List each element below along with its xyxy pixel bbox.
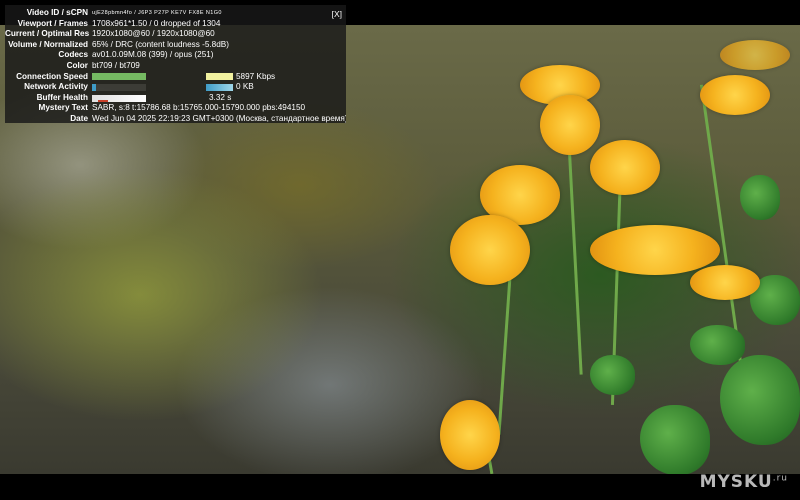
stats-value: 1708x961*1.50 / 0 dropped of 1304 [92,18,221,28]
stats-row-resolution: Current / Optimal Res 1920x1080@60 / 192… [5,29,346,40]
network-activity-graph [92,83,146,91]
leaf [590,355,635,395]
stats-row-viewport: Viewport / Frames 1708x961*1.50 / 0 drop… [5,19,346,30]
site-watermark-logo: MYSKU.ru [700,472,788,492]
flower [690,265,760,300]
stats-row-mystery-text: Mystery Text SABR, s:8 t:15786.68 b:1576… [5,103,346,114]
stats-label: Current / Optimal Res [5,29,90,39]
flower [540,95,600,155]
stats-value: SABR, s:8 t:15786.68 b:15765.000-15790.0… [92,103,306,113]
connection-speed-graph [92,73,146,81]
stats-row-buffer-health: Buffer Health 3.32 s [5,93,346,104]
stats-row-connection-speed: Connection Speed 5897 Kbps [5,72,346,83]
network-activity-fill [92,83,97,91]
flower [700,75,770,115]
stats-label: Buffer Health [36,92,88,102]
buffer-health-value: 3.32 s [209,92,232,102]
stats-label: Volume / Normalized [8,39,88,49]
watermark-suffix: .ru [772,473,788,484]
stats-row-network-activity: Network Activity 0 KB [5,82,346,93]
stats-value: 65% / DRC (content loudness -5.8dB) [92,39,229,49]
connection-speed-current [206,73,233,81]
flower [450,215,530,285]
stats-value: bt709 / bt709 [92,60,140,70]
stats-row-volume: Volume / Normalized 65% / DRC (content l… [5,40,346,51]
flower [440,400,500,470]
stats-value: ujE28pbmn4fo / J6P3 P27P KE7V FX8E N1G0 [92,10,222,16]
stats-value: 1920x1080@60 / 1920x1080@60 [92,29,215,39]
stats-row-color: Color bt709 / bt709 [5,61,346,72]
stats-label: Color [66,60,88,70]
stats-label: Viewport / Frames [17,18,88,28]
stats-label: Video ID / sCPN [26,8,88,17]
stats-row-date: Date Wed Jun 04 2025 22:19:23 GMT+0300 (… [5,114,346,125]
leaf [740,175,780,220]
stats-row-codecs: Codecs av01.0.09M.08 (399) / opus (251) [5,50,346,61]
stats-for-nerds-panel: [X] Video ID / sCPN ujE28pbmn4fo / J6P3 … [5,5,346,123]
flower [590,225,720,275]
connection-speed-fill [92,73,146,81]
flower [720,40,790,70]
close-button[interactable]: [X] [332,9,342,20]
leaf [690,325,745,365]
leaf [720,355,800,445]
watermark-text: MYSKU [699,472,773,492]
leaf [640,405,710,474]
network-activity-value: 0 KB [236,82,254,92]
network-activity-current-fill [206,83,233,91]
video-player[interactable]: [X] Video ID / sCPN ujE28pbmn4fo / J6P3 … [0,0,800,500]
connection-speed-value: 5897 Kbps [236,71,276,81]
stats-row-video-id: Video ID / sCPN ujE28pbmn4fo / J6P3 P27P… [5,8,346,19]
buffer-health-mark [98,99,108,102]
stats-label: Mystery Text [38,103,88,113]
network-activity-current [206,83,233,91]
stats-label: Codecs [58,50,88,60]
stats-label: Date [70,113,88,123]
stats-value: Wed Jun 04 2025 22:19:23 GMT+0300 (Москв… [92,113,346,123]
connection-speed-current-fill [206,73,233,81]
stats-label: Connection Speed [16,71,88,81]
buffer-health-graph [92,94,146,102]
flower [590,140,660,195]
stats-label: Network Activity [24,82,88,92]
stats-value: av01.0.09M.08 (399) / opus (251) [92,50,214,60]
